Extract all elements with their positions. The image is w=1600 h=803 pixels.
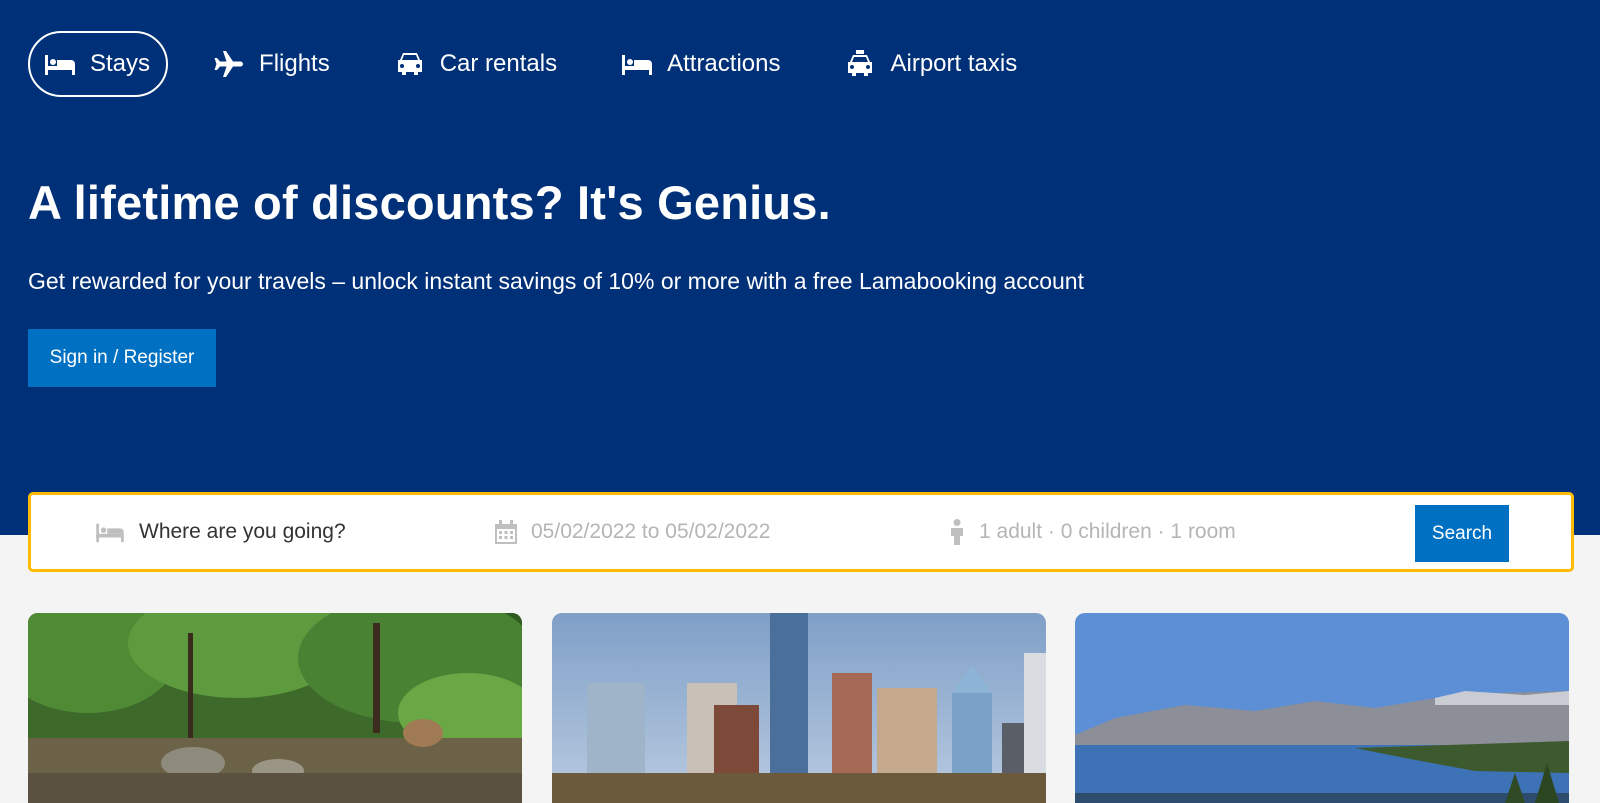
date-range-value: 05/02/2022 to 05/02/2022: [531, 520, 771, 543]
nav-item-label: Airport taxis: [890, 50, 1018, 77]
guests-value: 1 adult · 0 children · 1 room: [979, 520, 1236, 543]
search-bar: Where are you going? 05/02/2022 to 05/02…: [28, 492, 1574, 572]
nav-item-label: Stays: [90, 50, 151, 77]
bed-icon: [621, 50, 653, 78]
featured-card-forest[interactable]: [28, 613, 522, 803]
plane-icon: [213, 50, 245, 78]
featured-card-city[interactable]: [552, 613, 1046, 803]
nav-item-label: Car rentals: [439, 50, 558, 77]
bed-icon: [96, 523, 124, 543]
destination-placeholder: Where are you going?: [139, 520, 346, 543]
mountain-lake-image: [1075, 613, 1569, 803]
hero-title: A lifetime of discounts? It's Genius.: [28, 176, 831, 229]
person-icon: [951, 519, 963, 545]
top-nav: Stays Flights Car rentals Attractions Ai…: [28, 31, 1062, 97]
hero-subtitle: Get rewarded for your travels – unlock i…: [28, 268, 1084, 294]
date-range-field[interactable]: 05/02/2022 to 05/02/2022: [495, 495, 770, 569]
featured-card-lake[interactable]: [1075, 613, 1569, 803]
nav-item-label: Attractions: [667, 50, 781, 77]
nav-item-airport-taxis[interactable]: Airport taxis: [825, 31, 1036, 97]
calendar-icon: [495, 520, 517, 544]
nav-item-label: Flights: [259, 50, 330, 77]
nav-item-attractions[interactable]: Attractions: [602, 31, 799, 97]
bed-icon: [44, 50, 76, 78]
car-icon: [394, 50, 426, 78]
hero-banner: Stays Flights Car rentals Attractions Ai…: [0, 0, 1600, 535]
nav-item-car-rentals[interactable]: Car rentals: [375, 31, 576, 97]
forest-stream-image: [28, 613, 522, 803]
nav-item-flights[interactable]: Flights: [194, 31, 349, 97]
sign-in-register-button[interactable]: Sign in / Register: [28, 329, 216, 387]
city-skyline-image: [552, 613, 1046, 803]
destination-field[interactable]: Where are you going?: [95, 495, 346, 569]
guests-field[interactable]: 1 adult · 0 children · 1 room: [949, 495, 1236, 569]
taxi-icon: [844, 50, 876, 78]
search-button[interactable]: Search: [1415, 505, 1509, 562]
nav-item-stays[interactable]: Stays: [28, 31, 169, 97]
